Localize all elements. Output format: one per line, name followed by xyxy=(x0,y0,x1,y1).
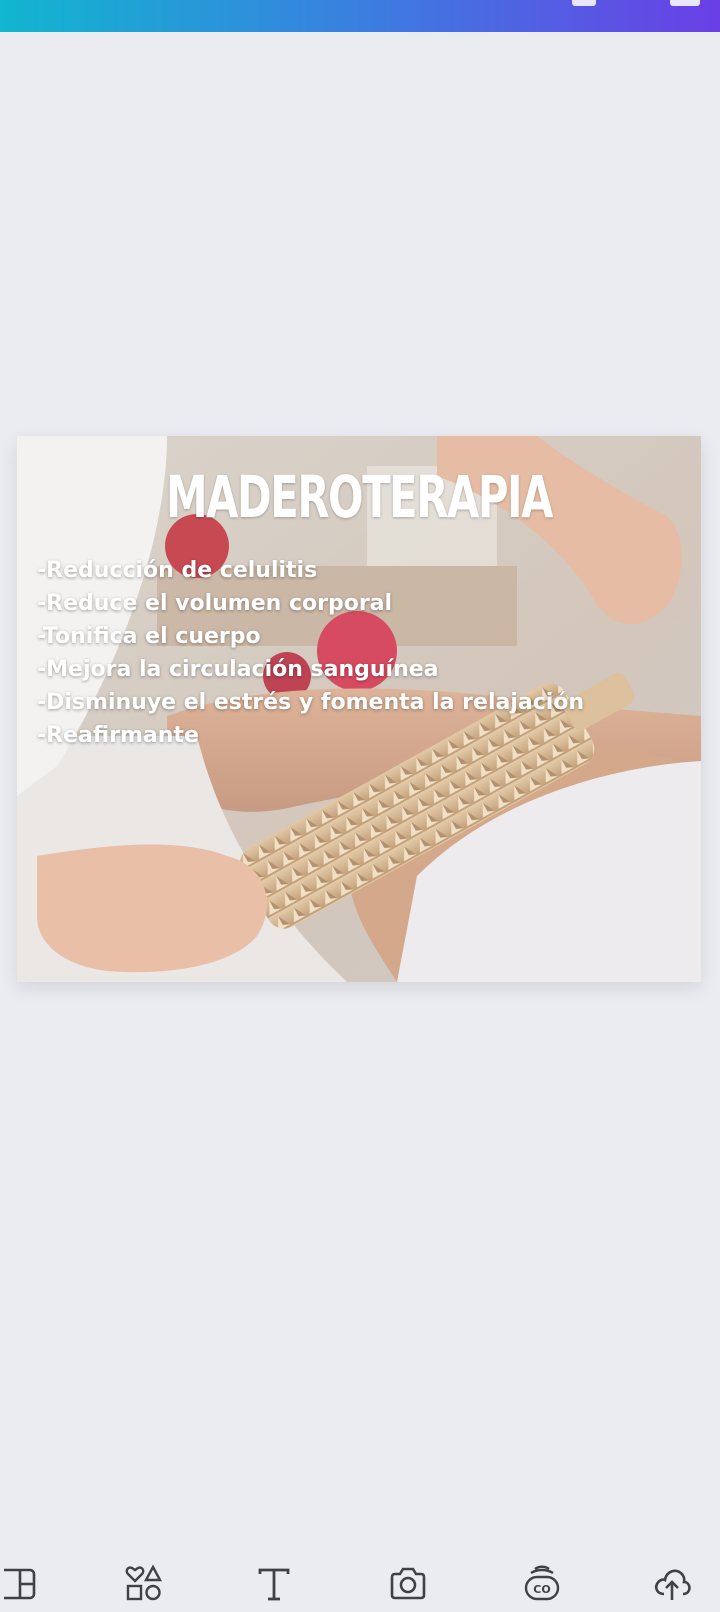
benefit-item: -Disminuye el estrés y fomenta la relaja… xyxy=(37,690,585,715)
header-icon-right[interactable] xyxy=(670,0,700,6)
camera-button[interactable] xyxy=(384,1562,432,1606)
svg-text:CO: CO xyxy=(533,1583,550,1596)
camera-icon xyxy=(390,1567,426,1600)
templates-button[interactable] xyxy=(0,1562,48,1606)
benefit-item: -Mejora la circulación sanguínea xyxy=(37,657,439,682)
upload-button[interactable] xyxy=(648,1562,696,1606)
brand-icon: CO xyxy=(524,1565,560,1601)
bottom-toolbar: CO xyxy=(0,1552,720,1612)
templates-icon xyxy=(4,1568,36,1600)
text-icon xyxy=(258,1568,290,1601)
brand-button[interactable]: CO xyxy=(518,1562,566,1606)
design-title[interactable]: MADEROTERAPIA xyxy=(113,468,605,526)
benefit-item: -Reafirmante xyxy=(37,723,199,748)
elements-button[interactable] xyxy=(120,1562,168,1606)
benefit-item: -Tonifica el cuerpo xyxy=(37,624,261,649)
text-button[interactable] xyxy=(250,1562,298,1606)
header-icon-left[interactable] xyxy=(572,0,596,6)
upload-icon xyxy=(654,1569,691,1600)
benefit-item: -Reduce el volumen corporal xyxy=(37,591,393,616)
elements-icon xyxy=(125,1564,163,1601)
design-canvas[interactable]: MADEROTERAPIA -Reducción de celulitis -R… xyxy=(17,436,701,982)
top-header-bar xyxy=(0,0,720,32)
benefits-list[interactable]: -Reducción de celulitis -Reduce el volum… xyxy=(37,554,584,752)
benefit-item: -Reducción de celulitis xyxy=(37,558,318,583)
